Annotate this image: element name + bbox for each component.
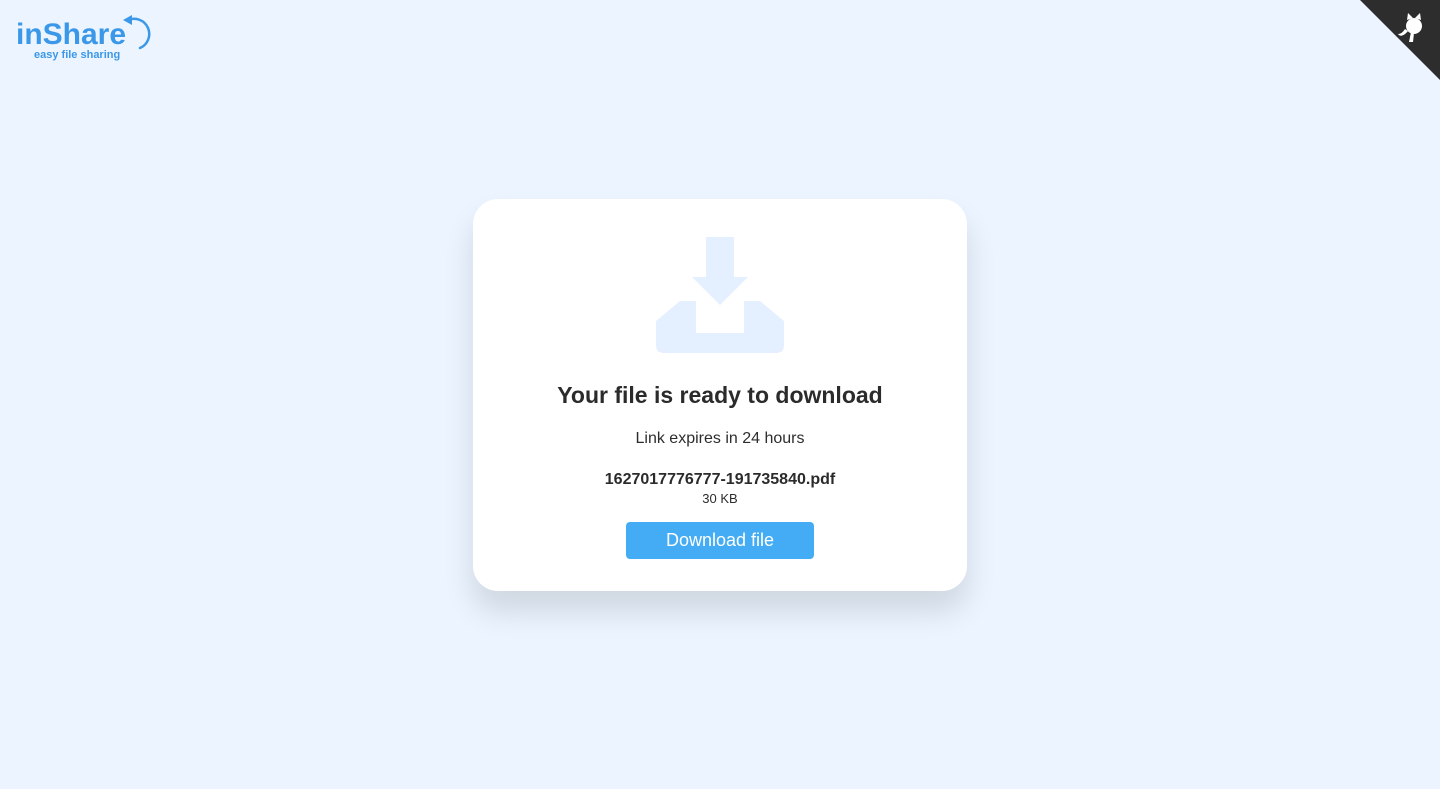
github-octocat-icon (1360, 0, 1440, 80)
github-corner-link[interactable] (1360, 0, 1440, 80)
download-file-button[interactable]: Download file (626, 522, 814, 559)
logo-graphic: inShare easy file sharing (16, 15, 151, 61)
link-expiry-text: Link expires in 24 hours (635, 430, 805, 447)
download-tray-icon (656, 237, 784, 353)
brand-name: inShare (16, 18, 126, 51)
download-card: Your file is ready to download Link expi… (473, 199, 967, 591)
file-name: 1627017776777-191735840.pdf (604, 471, 836, 488)
file-size: 30 KB (702, 491, 738, 506)
brand-tagline: easy file sharing (34, 49, 120, 61)
brand-logo[interactable]: inShare easy file sharing (16, 12, 166, 64)
card-title: Your file is ready to download (557, 382, 883, 408)
